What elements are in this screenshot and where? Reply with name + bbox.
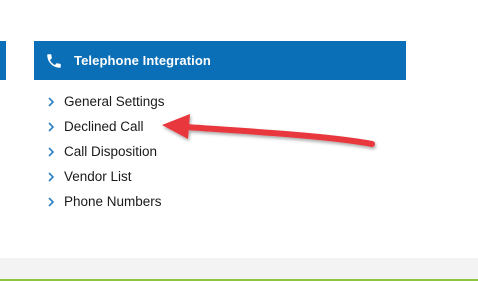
chevron-right-icon bbox=[46, 196, 56, 207]
link-label: Vendor List bbox=[64, 169, 132, 184]
link-label: Call Disposition bbox=[64, 144, 158, 159]
link-label: Declined Call bbox=[64, 119, 144, 134]
settings-link-list: General Settings Declined Call Call Disp… bbox=[46, 89, 165, 214]
panel-header: Telephone Integration bbox=[34, 41, 406, 80]
link-vendor-list[interactable]: Vendor List bbox=[46, 164, 165, 189]
sidebar-active-indicator bbox=[0, 41, 6, 80]
link-general-settings[interactable]: General Settings bbox=[46, 89, 165, 114]
link-label: General Settings bbox=[64, 94, 165, 109]
link-declined-call[interactable]: Declined Call bbox=[46, 114, 165, 139]
link-call-disposition[interactable]: Call Disposition bbox=[46, 139, 165, 164]
chevron-right-icon bbox=[46, 171, 56, 182]
chevron-right-icon bbox=[46, 121, 56, 132]
phone-icon bbox=[44, 51, 64, 71]
footer-band bbox=[0, 258, 478, 281]
link-label: Phone Numbers bbox=[64, 194, 162, 209]
chevron-right-icon bbox=[46, 146, 56, 157]
panel-title: Telephone Integration bbox=[74, 53, 211, 68]
chevron-right-icon bbox=[46, 96, 56, 107]
red-arrow-icon bbox=[162, 114, 375, 147]
link-phone-numbers[interactable]: Phone Numbers bbox=[46, 189, 165, 214]
